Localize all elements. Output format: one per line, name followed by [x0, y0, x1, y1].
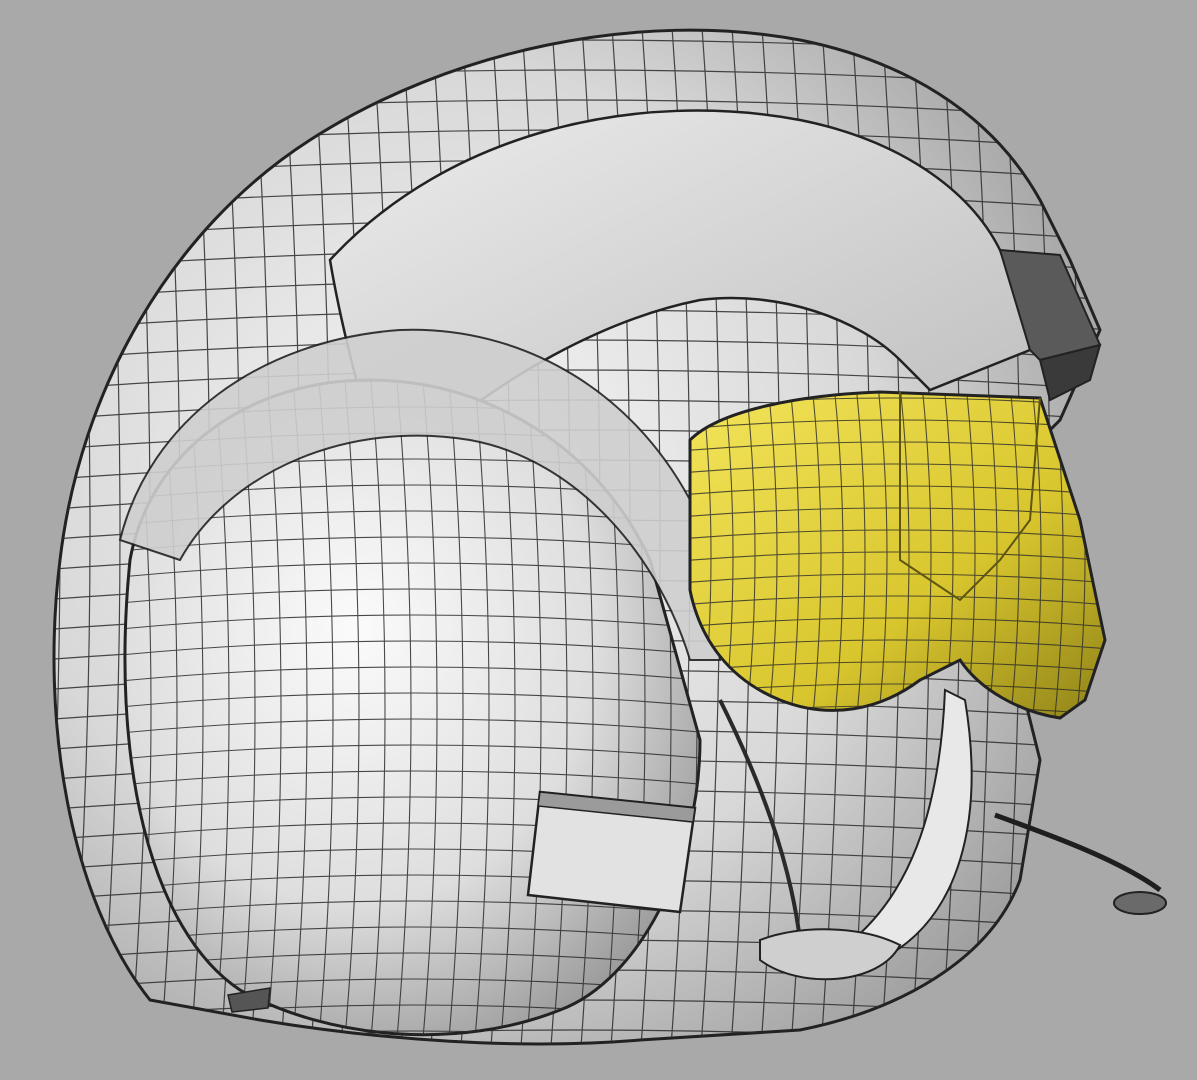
helmet-visor — [688, 390, 1107, 720]
chin-strap-tab — [526, 790, 697, 914]
helmet-model-render — [0, 0, 1197, 1080]
3d-viewport[interactable] — [0, 0, 1197, 1080]
